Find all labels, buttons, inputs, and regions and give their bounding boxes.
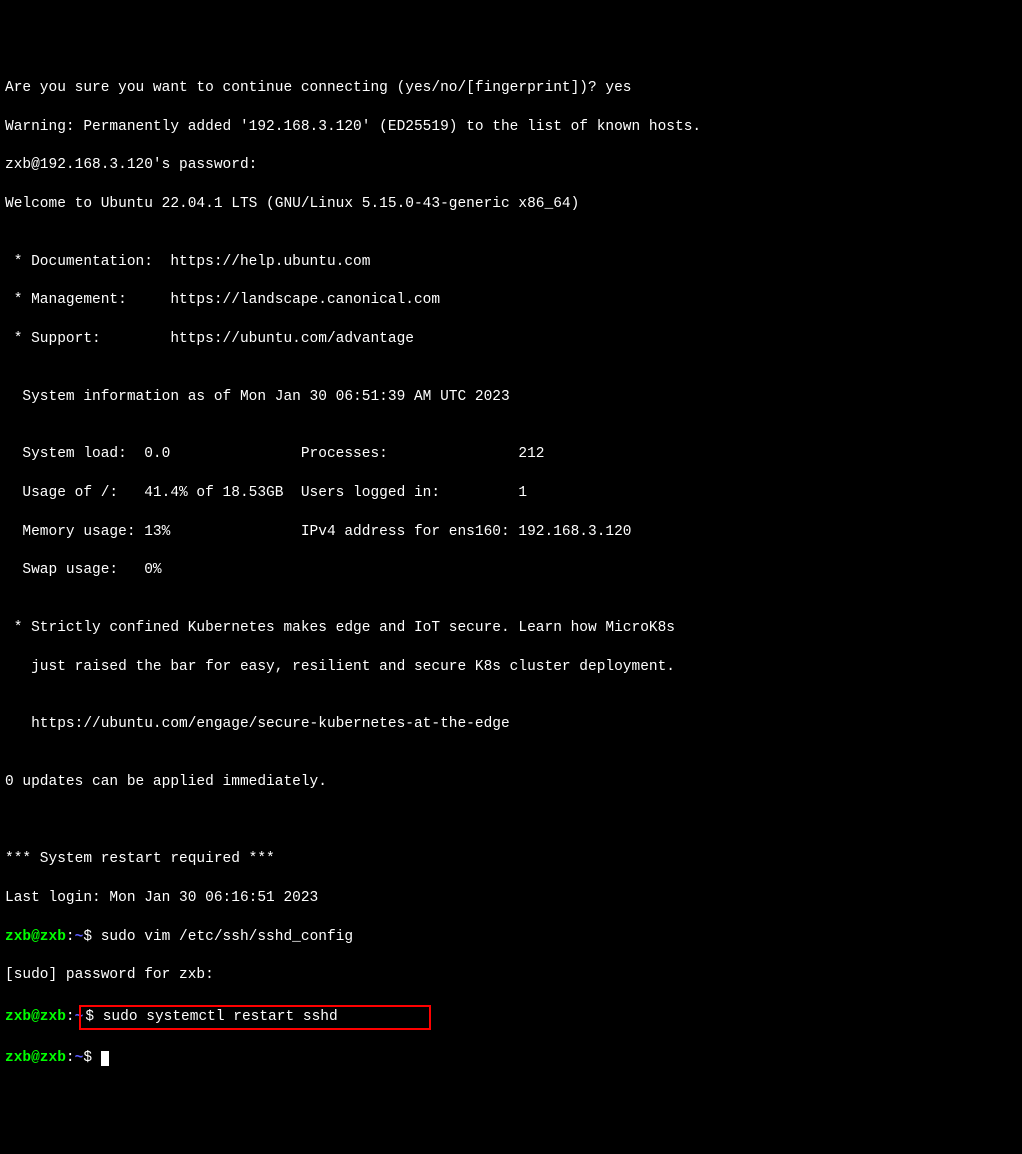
prompt-char: $ xyxy=(83,1050,100,1066)
terminal-output-line: * Documentation: https://help.ubuntu.com xyxy=(5,253,1017,272)
terminal-output-line: https://ubuntu.com/engage/secure-kuberne… xyxy=(5,715,1017,734)
terminal-output-line: Usage of /: 41.4% of 18.53GB Users logge… xyxy=(5,484,1017,503)
terminal-output-line: Swap usage: 0% xyxy=(5,561,1017,580)
terminal-output-line: Warning: Permanently added '192.168.3.12… xyxy=(5,118,1017,137)
terminal-output-line: * Support: https://ubuntu.com/advantage xyxy=(5,330,1017,349)
terminal-output-line: Memory usage: 13% IPv4 address for ens16… xyxy=(5,523,1017,542)
prompt-separator: : xyxy=(66,1050,75,1066)
prompt-path: ~ xyxy=(75,1050,84,1066)
command-text: sudo systemctl restart sshd xyxy=(103,1009,338,1025)
prompt-path: ~ xyxy=(75,929,84,945)
prompt-char: $ xyxy=(83,929,100,945)
prompt-char: $ xyxy=(85,1009,102,1025)
highlighted-command-box: $ sudo systemctl restart sshd xyxy=(79,1005,430,1030)
prompt-separator: : xyxy=(66,929,75,945)
terminal-output-line: zxb@192.168.3.120's password: xyxy=(5,156,1017,175)
terminal-output-line: * Management: https://landscape.canonica… xyxy=(5,291,1017,310)
terminal-output-line: 0 updates can be applied immediately. xyxy=(5,773,1017,792)
cursor-icon xyxy=(101,1051,109,1066)
terminal-output-line: *** System restart required *** xyxy=(5,850,1017,869)
terminal-output-line: Welcome to Ubuntu 22.04.1 LTS (GNU/Linux… xyxy=(5,195,1017,214)
terminal-output-line: System load: 0.0 Processes: 212 xyxy=(5,445,1017,464)
prompt-line-3[interactable]: zxb@zxb:~$ xyxy=(5,1049,1017,1068)
prompt-line-1[interactable]: zxb@zxb:~$ sudo vim /etc/ssh/sshd_config xyxy=(5,928,1017,947)
terminal-output-line: Are you sure you want to continue connec… xyxy=(5,79,1017,98)
sudo-password-prompt: [sudo] password for zxb: xyxy=(5,966,1017,985)
prompt-user-host: zxb@zxb xyxy=(5,1009,66,1025)
prompt-separator: : xyxy=(66,1009,75,1025)
prompt-user-host: zxb@zxb xyxy=(5,1050,66,1066)
command-text: sudo vim /etc/ssh/sshd_config xyxy=(101,929,353,945)
terminal-output-line: just raised the bar for easy, resilient … xyxy=(5,658,1017,677)
terminal-output-line: * Strictly confined Kubernetes makes edg… xyxy=(5,619,1017,638)
terminal-output-line: Last login: Mon Jan 30 06:16:51 2023 xyxy=(5,889,1017,908)
prompt-user-host: zxb@zxb xyxy=(5,929,66,945)
terminal-output-line: System information as of Mon Jan 30 06:5… xyxy=(5,388,1017,407)
prompt-line-2[interactable]: zxb@zxb:~$ sudo systemctl restart sshd xyxy=(5,1005,1017,1030)
